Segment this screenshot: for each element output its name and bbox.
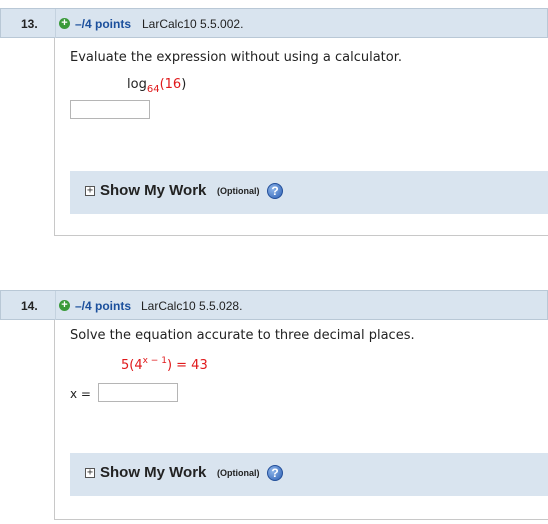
expand-box-icon[interactable]: + bbox=[85, 468, 95, 478]
question-source: LarCalc10 5.5.002. bbox=[142, 17, 244, 31]
plus-circle-icon[interactable]: + bbox=[59, 18, 70, 29]
points-link[interactable]: –/4 points bbox=[75, 299, 131, 313]
header-divider bbox=[55, 291, 56, 320]
optional-label: (Optional) bbox=[217, 468, 260, 478]
help-icon[interactable]: ? bbox=[267, 183, 283, 199]
equation-coefficient: 5(4 bbox=[121, 358, 143, 373]
optional-label: (Optional) bbox=[217, 186, 260, 196]
exponential-equation: 5(4x − 1) = 43 bbox=[121, 356, 208, 373]
plus-circle-icon[interactable]: + bbox=[59, 300, 70, 311]
show-my-work-label[interactable]: Show My Work bbox=[100, 182, 206, 199]
points-link[interactable]: –/4 points bbox=[75, 17, 131, 31]
log-expression: log64(16) bbox=[127, 77, 187, 95]
log-function: log bbox=[127, 77, 147, 92]
question-13: 13. + –/4 points LarCalc10 5.5.002. Eval… bbox=[0, 8, 548, 238]
question-number: 14. bbox=[21, 299, 38, 313]
header-divider bbox=[55, 9, 56, 38]
equation-exponent: x − 1 bbox=[142, 356, 167, 366]
answer-input[interactable] bbox=[98, 383, 178, 402]
question-header: 13. + –/4 points LarCalc10 5.5.002. bbox=[0, 8, 548, 38]
question-body: Evaluate the expression without using a … bbox=[54, 38, 548, 236]
answer-label: x = bbox=[70, 387, 91, 401]
show-my-work-panel: + Show My Work (Optional) ? bbox=[70, 453, 548, 496]
show-my-work-label[interactable]: Show My Work bbox=[100, 464, 206, 481]
log-argument: 16 bbox=[164, 77, 182, 92]
question-prompt: Solve the equation accurate to three dec… bbox=[70, 328, 415, 343]
log-base: 64 bbox=[146, 84, 160, 95]
help-icon[interactable]: ? bbox=[267, 465, 283, 481]
question-prompt: Evaluate the expression without using a … bbox=[70, 50, 403, 65]
question-14: 14. + –/4 points LarCalc10 5.5.028. Solv… bbox=[0, 290, 548, 522]
question-body: Solve the equation accurate to three dec… bbox=[54, 320, 548, 520]
question-source: LarCalc10 5.5.028. bbox=[141, 299, 243, 313]
log-close-paren: ) bbox=[181, 77, 187, 92]
expand-box-icon[interactable]: + bbox=[85, 186, 95, 196]
answer-input[interactable] bbox=[70, 100, 150, 119]
question-header: 14. + –/4 points LarCalc10 5.5.028. bbox=[0, 290, 548, 320]
show-my-work-panel: + Show My Work (Optional) ? bbox=[70, 171, 548, 214]
equation-rest: ) = 43 bbox=[166, 358, 208, 373]
question-number: 13. bbox=[21, 17, 38, 31]
